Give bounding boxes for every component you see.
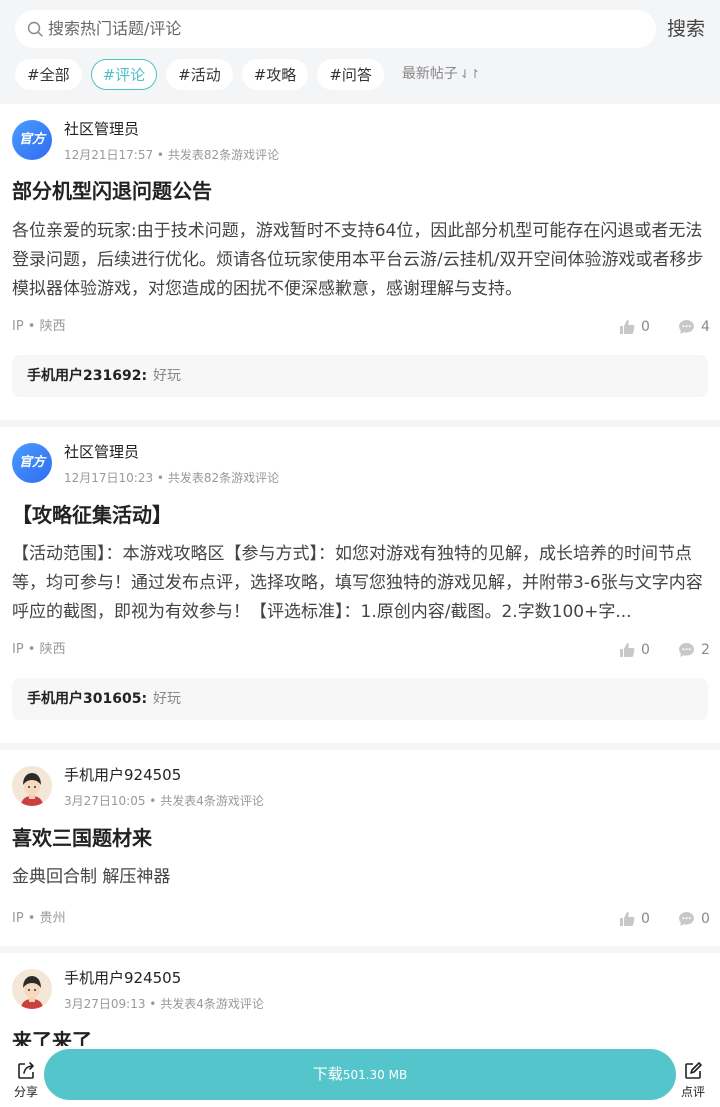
reply-username: 手机用户301605: <box>27 691 148 707</box>
post-meta: 12月17日10:23 • 共发表82条游戏评论 <box>64 471 280 485</box>
review-label: 点评 <box>680 1085 705 1099</box>
post-card[interactable]: 官方 社区管理员 12月21日17:57 • 共发表82条游戏评论 部分机型闪退… <box>0 104 720 420</box>
bottom-action-bar: 分享 下载501.30 MB 点评 <box>0 1046 720 1107</box>
share-icon <box>18 1062 34 1079</box>
author-name[interactable]: 社区管理员 <box>64 442 139 462</box>
comment-bubble-icon <box>679 912 694 926</box>
post-card[interactable]: 手机用户924505 3月27日10:05 • 共发表4条游戏评论 喜欢三国题材… <box>0 750 720 946</box>
ip-location: IP • 陕西 <box>12 319 66 334</box>
filter-bar: #全部 #评论 #活动 #攻略 #问答 最新帖子 ⇃↾ <box>15 59 480 90</box>
review-button[interactable]: 点评 <box>677 1061 709 1100</box>
comment-count: 0 <box>701 911 710 927</box>
edit-icon <box>685 1062 702 1079</box>
chip-review[interactable]: #评论 <box>90 59 158 90</box>
chip-activity[interactable]: #活动 <box>166 59 233 90</box>
reply-preview[interactable]: 手机用户301605: 好玩 <box>12 678 708 720</box>
comment-count: 2 <box>701 642 710 658</box>
sort-arrows-icon: ⇃↾ <box>459 67 480 81</box>
like-count: 0 <box>641 911 650 927</box>
download-button[interactable]: 下载501.30 MB <box>44 1049 676 1100</box>
thumbs-up-icon <box>620 643 635 657</box>
post-meta: 3月27日09:13 • 共发表4条游戏评论 <box>64 997 264 1011</box>
post-meta: 12月21日17:57 • 共发表82条游戏评论 <box>64 148 280 162</box>
comment-bubble-icon <box>679 320 694 334</box>
download-size: 501.30 MB <box>342 1068 408 1082</box>
official-avatar[interactable]: 官方 <box>12 120 52 160</box>
user-avatar[interactable] <box>12 969 52 1009</box>
sort-dropdown[interactable]: 最新帖子 ⇃↾ <box>402 59 480 90</box>
post-card[interactable]: 官方 社区管理员 12月17日10:23 • 共发表82条游戏评论 【攻略征集活… <box>0 427 720 743</box>
download-label: 下载 <box>312 1065 343 1083</box>
author-name[interactable]: 手机用户924505 <box>64 765 181 785</box>
comment-button[interactable]: 2 <box>678 641 710 659</box>
like-count: 0 <box>641 642 650 658</box>
user-avatar[interactable] <box>12 766 52 806</box>
like-button[interactable]: 0 <box>619 318 650 336</box>
post-body[interactable]: 金典回合制 解压神器 <box>12 863 710 892</box>
post-title[interactable]: 喜欢三国题材来 <box>12 824 152 852</box>
comment-bubble-icon <box>679 643 694 657</box>
reply-preview[interactable]: 手机用户231692: 好玩 <box>12 355 708 397</box>
comment-button[interactable]: 4 <box>678 318 710 336</box>
chip-qa[interactable]: #问答 <box>317 59 384 90</box>
search-button[interactable]: 搜索 <box>667 17 705 41</box>
author-name[interactable]: 手机用户924505 <box>64 968 181 988</box>
comment-button[interactable]: 0 <box>678 910 710 928</box>
post-title[interactable]: 【攻略征集活动】 <box>12 501 172 529</box>
reply-text: 好玩 <box>153 691 182 707</box>
sort-label: 最新帖子 <box>401 66 458 82</box>
like-button[interactable]: 0 <box>619 641 650 659</box>
cartoon-boy-avatar-icon <box>12 766 52 806</box>
search-icon <box>27 21 43 37</box>
post-title[interactable]: 部分机型闪退问题公告 <box>12 177 212 205</box>
like-count: 0 <box>641 319 650 335</box>
cartoon-boy-avatar-icon <box>12 969 52 1009</box>
comment-count: 4 <box>701 319 710 335</box>
author-name[interactable]: 社区管理员 <box>64 119 139 139</box>
search-placeholder: 搜索热门话题/评论 <box>48 19 182 38</box>
search-input[interactable]: 搜索热门话题/评论 <box>15 10 656 48</box>
ip-location: IP • 陕西 <box>12 642 66 657</box>
chip-guide[interactable]: #攻略 <box>241 59 309 90</box>
reply-text: 好玩 <box>153 368 182 384</box>
thumbs-up-icon <box>620 320 635 334</box>
share-button[interactable]: 分享 <box>10 1061 42 1100</box>
post-meta: 3月27日10:05 • 共发表4条游戏评论 <box>64 794 264 808</box>
official-avatar[interactable]: 官方 <box>12 443 52 483</box>
post-body[interactable]: 【活动范围】：本游戏攻略区【参与方式】：如您对游戏有独特的见解，成长培养的时间节… <box>12 540 710 627</box>
post-body[interactable]: 各位亲爱的玩家:由于技术问题，游戏暂时不支持64位，因此部分机型可能存在闪退或者… <box>12 217 710 304</box>
share-label: 分享 <box>13 1085 38 1099</box>
like-button[interactable]: 0 <box>619 910 650 928</box>
thumbs-up-icon <box>620 912 635 926</box>
ip-location: IP • 贵州 <box>12 911 66 926</box>
chip-all[interactable]: #全部 <box>15 59 82 90</box>
header: 搜索热门话题/评论 搜索 #全部 #评论 #活动 #攻略 #问答 最新帖子 ⇃↾ <box>0 0 720 104</box>
reply-username: 手机用户231692: <box>27 368 148 384</box>
